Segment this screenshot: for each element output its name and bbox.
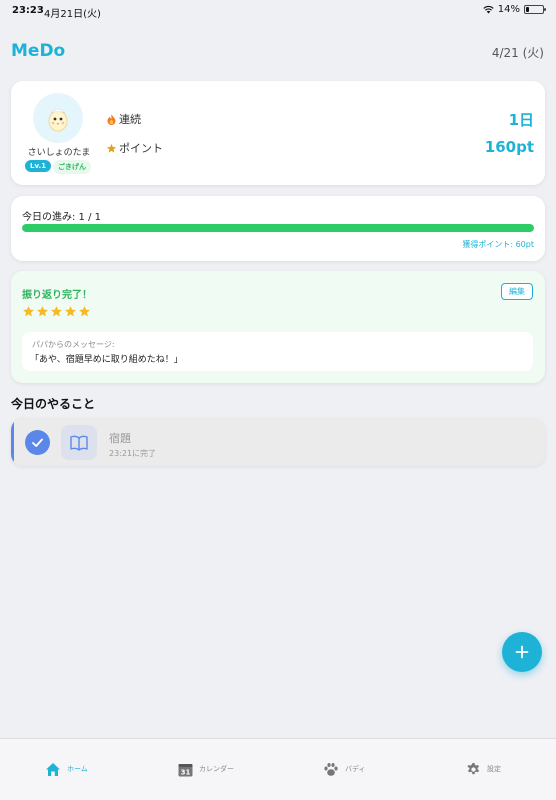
book-icon xyxy=(70,435,88,451)
progress-label: 今日の進み: 1 / 1 xyxy=(22,212,101,223)
task-done-checkbox[interactable] xyxy=(25,430,50,455)
paw-icon xyxy=(324,762,338,776)
rating-star-icon xyxy=(37,306,48,317)
points-label-text: ポイント xyxy=(119,142,163,155)
task-status: 23:21に完了 xyxy=(109,449,157,458)
egg-buddy-icon xyxy=(48,108,68,132)
progress-fill xyxy=(22,224,534,232)
tab-home-label: ホーム xyxy=(67,765,88,773)
task-item[interactable]: 宿題 23:21に完了 xyxy=(11,418,545,466)
tab-calendar-label: カレンダー xyxy=(199,765,234,773)
battery-icon xyxy=(524,5,546,14)
status-indicators: 14% xyxy=(483,4,546,15)
edit-button[interactable]: 編集 xyxy=(501,283,533,300)
tab-bar: ホーム 31 カレンダー バディ 設定 xyxy=(0,738,556,800)
task-accent-bar xyxy=(11,418,14,466)
streak-label: 連続 xyxy=(106,111,141,127)
streak-value: 1日 xyxy=(508,111,534,129)
header-date: 4/21 (火) xyxy=(491,46,544,60)
profile-card: さいしょのたまご Lv.1 ごきげん 連続 1日 ポイント 160pt xyxy=(11,81,545,185)
rating-star-icon xyxy=(79,306,90,317)
points-label: ポイント xyxy=(106,140,163,156)
star-rating xyxy=(22,305,91,318)
plus-icon xyxy=(515,645,529,659)
tab-calendar[interactable]: 31 カレンダー xyxy=(178,759,234,779)
gear-icon xyxy=(467,762,479,774)
rating-star-icon xyxy=(51,306,62,317)
points-value: 160pt xyxy=(484,138,534,156)
progress-bar xyxy=(22,224,534,232)
star-icon xyxy=(106,143,117,153)
tab-settings[interactable]: 設定 xyxy=(466,759,501,779)
task-icon xyxy=(61,425,97,460)
status-time: 23:23 xyxy=(12,5,44,16)
flame-icon xyxy=(107,114,116,125)
tab-buddy[interactable]: バディ xyxy=(323,759,366,779)
tab-buddy-label: バディ xyxy=(345,765,366,773)
rating-star-icon xyxy=(23,306,34,317)
rating-star-icon xyxy=(65,306,76,317)
earned-points: 獲得ポイント: 60pt xyxy=(462,240,534,249)
wifi-icon xyxy=(483,5,494,14)
avatar[interactable] xyxy=(33,93,83,143)
progress-card: 今日の進み: 1 / 1 獲得ポイント: 60pt xyxy=(11,196,545,261)
message-from: パパからのメッセージ: xyxy=(32,340,115,349)
add-task-button[interactable] xyxy=(502,632,542,672)
calendar-day: 31 xyxy=(181,768,191,776)
mood-badge: ごきげん xyxy=(53,160,91,174)
todo-section-title: 今日のやること xyxy=(11,397,96,411)
app-title: MeDo xyxy=(11,41,66,61)
message-box: パパからのメッセージ: 「あや、宿題早めに取り組めたね！」 xyxy=(22,332,533,371)
tab-home[interactable]: ホーム xyxy=(45,759,88,779)
home-icon xyxy=(46,762,60,776)
calendar-icon: 31 xyxy=(178,763,193,776)
checkmark-icon xyxy=(32,438,43,447)
level-badge: Lv.1 xyxy=(25,160,51,172)
streak-label-text: 連続 xyxy=(119,113,141,126)
message-text: 「あや、宿題早めに取り組めたね！」 xyxy=(30,355,183,365)
status-bar: 23:23 4月21日(火) 14% xyxy=(0,0,556,22)
battery-percent: 14% xyxy=(497,4,520,15)
review-card: 振り返り完了！ 編集 パパからのメッセージ: 「あや、宿題早めに取り組めたね！」 xyxy=(11,271,545,383)
task-name: 宿題 xyxy=(109,432,131,445)
tab-settings-label: 設定 xyxy=(487,765,501,773)
status-date: 4月21日(火) xyxy=(44,9,101,20)
review-title: 振り返り完了！ xyxy=(22,290,92,301)
